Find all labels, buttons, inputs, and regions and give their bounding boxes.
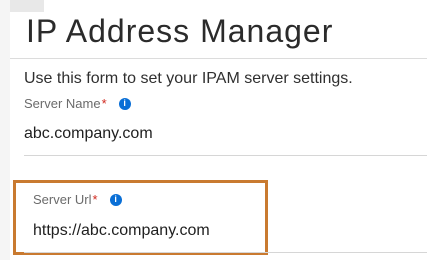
server-name-underline: [24, 155, 427, 156]
server-name-input[interactable]: abc.company.com: [24, 125, 427, 143]
server-url-label-row: Server Url * i: [33, 192, 427, 207]
server-url-label: Server Url: [33, 192, 92, 207]
required-asterisk: *: [101, 96, 107, 111]
server-url-underline: [24, 252, 427, 253]
info-icon[interactable]: i: [109, 193, 122, 206]
info-icon[interactable]: i: [118, 97, 131, 110]
server-url-field: Server Url * i https://abc.company.com: [24, 192, 427, 253]
server-name-label-row: Server Name * i: [24, 96, 427, 111]
page-title: IP Address Manager: [26, 13, 334, 49]
required-asterisk: *: [92, 192, 98, 207]
server-name-field: Server Name * i abc.company.com: [24, 96, 427, 156]
server-url-input[interactable]: https://abc.company.com: [33, 222, 427, 240]
form-description: Use this form to set your IPAM server se…: [24, 70, 353, 87]
title-divider: [10, 58, 427, 59]
top-tab: [10, 0, 44, 12]
server-name-label: Server Name: [24, 96, 101, 111]
